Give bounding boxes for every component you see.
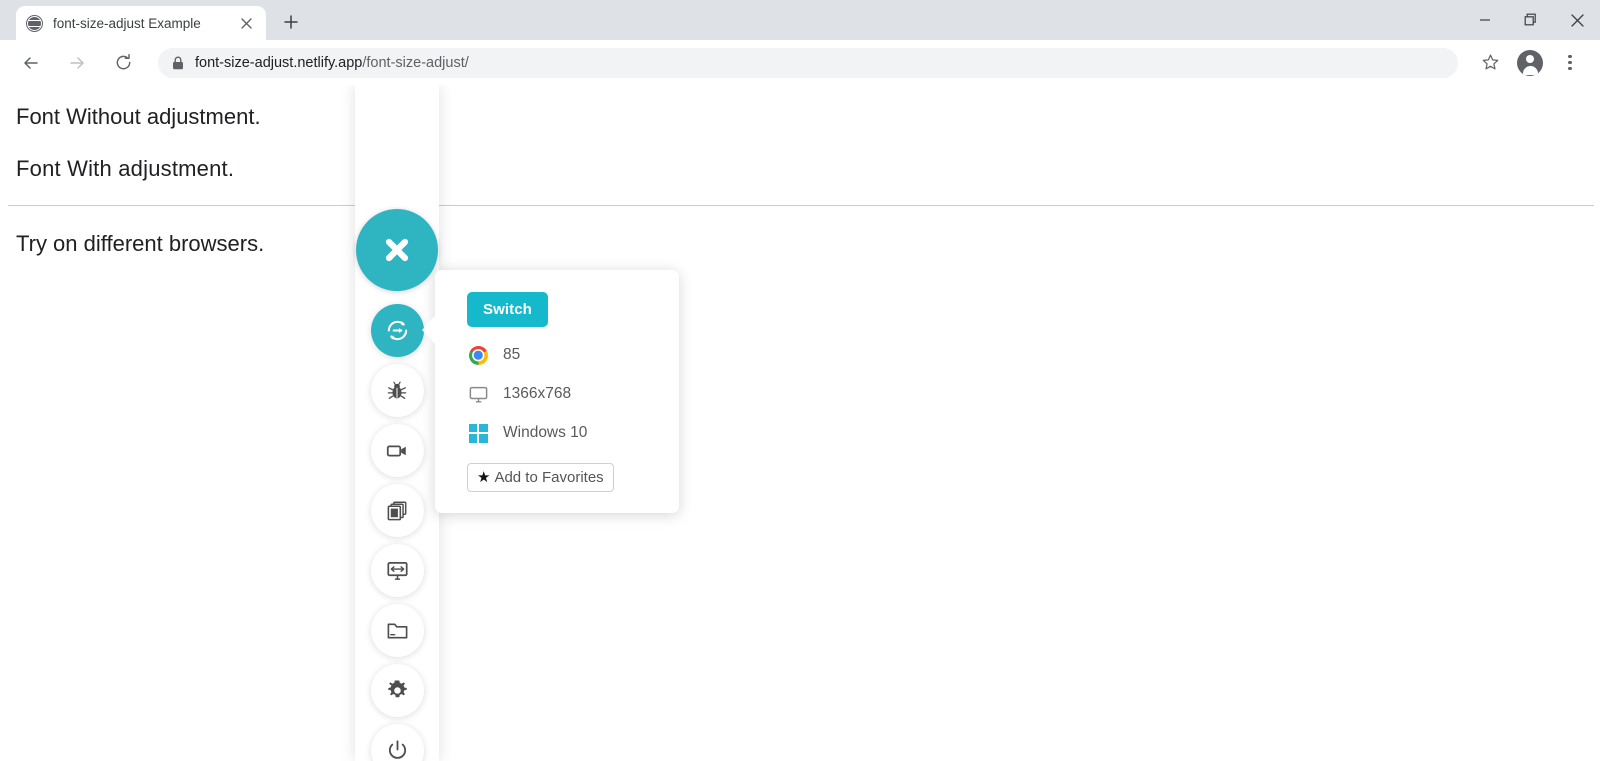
bookmark-star-icon[interactable] [1473, 46, 1507, 80]
back-icon[interactable] [13, 45, 49, 81]
info-row-os: Windows 10 [467, 422, 679, 444]
new-tab-button[interactable] [276, 7, 306, 37]
tab-strip: font-size-adjust Example [0, 0, 1600, 40]
info-row-resolution: 1366x768 [467, 383, 679, 405]
lock-icon [172, 56, 184, 70]
sidebar-item-bug-report[interactable] [370, 364, 424, 417]
url-text: font-size-adjust.netlify.app/font-size-a… [195, 55, 469, 71]
browser-window: font-size-adjust Example font-size-adjus… [0, 0, 1600, 761]
windows-icon [467, 422, 489, 444]
chrome-icon [467, 344, 489, 366]
address-bar[interactable]: font-size-adjust.netlify.app/font-size-a… [158, 47, 1458, 78]
restore-icon[interactable] [1508, 0, 1554, 40]
close-icon [385, 238, 409, 262]
switch-button[interactable]: Switch [467, 292, 548, 327]
browser-menu-icon[interactable] [1553, 46, 1587, 80]
info-row-browser: 85 [467, 344, 679, 366]
add-to-favorites-label: Add to Favorites [494, 469, 604, 486]
browser-version-text: 85 [503, 346, 521, 363]
text-font-with-adjustment: Font With adjustment. [16, 156, 235, 181]
text-font-without-adjustment: Font Without adjustment. [16, 104, 261, 129]
monitor-icon [467, 383, 489, 405]
toolbar-actions [1468, 46, 1592, 80]
window-controls [1462, 0, 1600, 40]
sidebar-item-settings[interactable] [370, 664, 424, 717]
horizontal-divider [8, 205, 1594, 206]
browserstack-sidebar [355, 85, 439, 761]
window-close-icon[interactable] [1554, 0, 1600, 40]
device-info-popup: Switch 85 1366x768 Windows 10 ★ Add to F… [422, 270, 679, 513]
minimize-icon[interactable] [1462, 0, 1508, 40]
text-try-on-different-browsers: Try on different browsers. [16, 231, 265, 256]
tab-title: font-size-adjust Example [53, 15, 201, 31]
reload-icon[interactable] [105, 45, 141, 81]
sidebar-item-screenshots[interactable] [370, 484, 424, 537]
browserstack-close-button[interactable] [356, 209, 438, 291]
url-path: /font-size-adjust/ [362, 54, 469, 71]
url-domain: font-size-adjust.netlify.app [195, 54, 363, 71]
sidebar-item-stop-session[interactable] [370, 724, 424, 761]
browser-tab-active[interactable]: font-size-adjust Example [16, 6, 266, 40]
resolution-text: 1366x768 [503, 385, 572, 402]
sidebar-item-responsive[interactable] [370, 544, 424, 597]
os-text: Windows 10 [503, 424, 588, 441]
sidebar-item-local-files[interactable] [370, 604, 424, 657]
globe-favicon [26, 14, 43, 32]
browser-toolbar: font-size-adjust.netlify.app/font-size-a… [0, 40, 1600, 85]
close-icon[interactable] [236, 13, 256, 33]
add-to-favorites-button[interactable]: ★ Add to Favorites [467, 463, 614, 492]
forward-icon[interactable] [59, 45, 95, 81]
profile-avatar[interactable] [1517, 49, 1543, 76]
sidebar-item-record-video[interactable] [370, 424, 424, 477]
sidebar-item-switch-device[interactable] [370, 304, 424, 357]
star-icon: ★ [477, 469, 491, 486]
page-viewport: Font Without adjustment. Font With adjus… [0, 85, 1600, 761]
